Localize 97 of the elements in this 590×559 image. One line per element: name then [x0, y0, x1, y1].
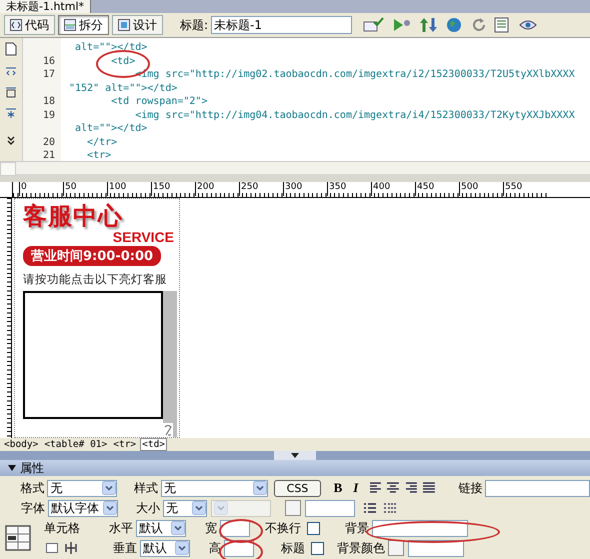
align-center-icon[interactable] [386, 482, 400, 494]
bold-button[interactable]: B [329, 480, 347, 496]
tag-selector-item[interactable]: <tr> [111, 438, 138, 451]
view-icon [64, 19, 76, 31]
dropdown[interactable]: 无 [47, 480, 117, 496]
view-button[interactable]: 拆分 [58, 15, 109, 35]
document-tab[interactable]: 未标题-1.html* [0, 0, 92, 13]
line-number: 18 [42, 96, 55, 107]
annotation-ellipse [219, 540, 263, 559]
height-label: 高 [208, 540, 222, 556]
ruler-label: 150 [153, 182, 170, 192]
font-label: 字体 [20, 500, 46, 516]
header-checkbox[interactable] [311, 542, 324, 554]
title-field[interactable]: 未标题-1 [211, 16, 352, 34]
align-right-icon[interactable] [404, 482, 418, 494]
dropdown[interactable]: 默认 [140, 540, 190, 556]
view-button[interactable]: 设计 [112, 15, 163, 35]
vertical-label: 垂直 [112, 540, 138, 556]
code-line: <img src="http://img04.taobaocdn.com/imgextra/i4/152300033/T2KytyXXJbXXXX [134, 110, 575, 120]
color-swatch[interactable] [388, 540, 404, 556]
size-label: 大小 [135, 500, 161, 516]
ruler-label: 50 [65, 182, 76, 192]
ruler-label: 100 [109, 182, 126, 192]
dropdown[interactable]: 默认字体 [48, 500, 118, 516]
ruler-label: 500 [461, 182, 478, 192]
view-icon [118, 19, 130, 31]
chevron-down-icon[interactable] [6, 136, 16, 146]
bullet-list-icon[interactable] [363, 502, 377, 514]
nowrap-label: 不换行 [264, 520, 302, 536]
nowrap-checkbox[interactable] [307, 522, 320, 534]
style-label: 样式 [133, 480, 160, 496]
justify-icon[interactable] [422, 482, 436, 494]
format-label: 格式 [19, 480, 46, 496]
panel-title: 属性 [20, 460, 44, 476]
up-down-arrows-icon[interactable] [419, 17, 440, 33]
tag-selector-item[interactable]: <table# 01> [42, 438, 110, 451]
line-number: 20 [42, 136, 55, 148]
code-line: <td> [110, 56, 136, 66]
background-color-field[interactable] [408, 540, 464, 556]
background-color-label: 背景颜色 [336, 540, 386, 556]
code-line: alt=""></td> [74, 123, 148, 134]
italic-button[interactable]: I [346, 480, 365, 496]
ruler-label: 400 [373, 182, 390, 192]
view-button[interactable]: 代码 [4, 15, 55, 35]
collapse-arrow-icon[interactable] [291, 453, 299, 458]
code-line: alt=""></td> [74, 42, 148, 53]
subheading-text: SERVICE [112, 230, 174, 245]
ruler-label: 250 [241, 182, 258, 192]
color-swatch[interactable] [285, 500, 301, 516]
cell-icon [5, 525, 31, 551]
merge-cells-icon[interactable] [46, 543, 58, 553]
link-field[interactable] [485, 480, 590, 496]
header-label: 标题 [280, 540, 306, 556]
play-icon[interactable] [392, 17, 412, 33]
code-line: </tr> [86, 136, 118, 148]
link-label: 链接 [457, 480, 484, 496]
background-field[interactable] [372, 520, 468, 536]
ruler-label: 200 [197, 182, 214, 192]
horizontal-label: 水平 [108, 520, 134, 536]
code-line: "152" alt=""></td> [69, 82, 178, 94]
collapse-selection-icon[interactable] [5, 86, 17, 98]
background-label: 背景 [344, 520, 370, 536]
refresh-icon[interactable] [471, 17, 488, 33]
tag-selector-item[interactable]: <td> [140, 438, 168, 451]
ruler-label: 300 [285, 182, 302, 192]
css-button[interactable]: CSS [274, 480, 322, 496]
cell-label: 单元格 [43, 520, 81, 536]
code-line: <td rowspan="2"> [110, 96, 208, 107]
checkmark-icon[interactable] [363, 17, 386, 33]
instruction-text: 请按功能点击以下亮灯客服 [23, 272, 167, 287]
dropdown[interactable]: 无 [163, 500, 207, 516]
dropdown[interactable]: 无 [161, 480, 268, 496]
hours-banner: 营业时间9:00-0:00 [23, 246, 162, 266]
ruler-label: 550 [505, 182, 522, 192]
width-label: 宽 [204, 520, 218, 536]
line-number: 16 [42, 56, 55, 66]
expanded-triangle-icon[interactable] [8, 464, 16, 472]
ruler-label: 350 [329, 182, 346, 192]
collapse-icon[interactable] [5, 65, 17, 77]
code-line: <tr> [86, 150, 112, 161]
dropdown[interactable]: 默认 [136, 520, 186, 536]
document-icon[interactable] [5, 42, 17, 56]
heading-text: 客服中心 [23, 202, 123, 230]
ruler-label: 450 [417, 182, 434, 192]
line-number: 19 [42, 110, 55, 120]
annotation-ellipse [219, 519, 263, 543]
ruler-label: 0 [21, 182, 27, 192]
color-field[interactable] [305, 500, 355, 516]
expand-all-icon[interactable] [5, 107, 17, 119]
line-number: 21 [42, 150, 55, 161]
tag-selector-item[interactable]: <body> [2, 438, 40, 451]
title-label: 标题: [180, 16, 208, 34]
split-cell-icon[interactable] [64, 542, 78, 554]
line-number: 17 [42, 69, 55, 80]
view-icon [10, 19, 22, 31]
numbered-list-icon[interactable] [383, 502, 397, 514]
align-left-icon[interactable] [368, 482, 382, 494]
